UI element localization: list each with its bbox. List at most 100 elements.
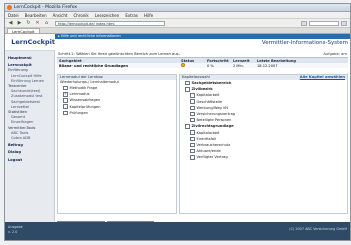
mode-option-label: Kapitelprüfungen <box>69 104 101 109</box>
checkbox[interactable] <box>63 104 68 109</box>
menu-hilfe[interactable]: Hilfe <box>144 13 153 18</box>
menu-extras[interactable]: Extras <box>125 13 138 18</box>
step-text: Schritt 2: Wählen Sie Ihren gewünschten … <box>58 52 180 56</box>
go-icon[interactable] <box>301 20 307 26</box>
select-all-link[interactable]: Alle Kapitel anwählen <box>300 75 345 80</box>
chapter-option-label: Verbraucherschutz <box>196 142 231 147</box>
cell-letzte-bearbeitung: 18.12.2007 <box>257 63 278 68</box>
checkbox[interactable] <box>185 124 190 129</box>
system-title: Vermittler-Informations-System <box>261 40 348 46</box>
checkbox[interactable] <box>63 85 68 91</box>
chapter-option-label: Zivilbezirk <box>191 87 213 92</box>
sidebar-item[interactable]: Dialog <box>8 150 51 155</box>
selection-columns: Lernmodul der Lernbox Wiederholungs-/ Le… <box>57 74 348 214</box>
col-lernzeit: Lernzeit <box>233 58 250 63</box>
checkbox[interactable] <box>190 117 195 123</box>
chapter-list: Sachgebietsbereich Zivilbezirk Kapitalarbe… <box>180 80 347 160</box>
breadcrumb[interactable]: ▸ Hilfe und rechtliche Informationen <box>58 34 121 39</box>
chapter-option-label: Werbung/Weg VN <box>196 105 228 110</box>
cell-status <box>181 63 207 68</box>
checkbox[interactable] <box>185 87 190 92</box>
mode-option-label: Lernmodus <box>69 92 90 97</box>
col-fortschritt: Fortschritt <box>207 58 229 63</box>
sidebar-item[interactable]: Hauptmenü <box>8 56 51 61</box>
page-header: LernCockpit ▸ Hilfe und rechtliche Infor… <box>5 34 350 51</box>
menu-ansicht[interactable]: Ansicht <box>53 13 68 18</box>
chapter-option-label: Aktuare/ende <box>196 149 221 154</box>
step-right-text: Aufgabe: am <box>323 52 347 56</box>
checkbox[interactable] <box>190 105 195 111</box>
nav-bar: ◀ ▶ ↻ ✕ ⌂ http://lerncockpit.de/ index.h… <box>5 19 350 28</box>
home-icon[interactable]: ⌂ <box>43 20 50 26</box>
checkbox[interactable] <box>190 99 195 104</box>
checkbox[interactable] <box>63 92 68 97</box>
cell-lernzeit: 2 Min. <box>233 63 244 68</box>
checkbox[interactable] <box>190 93 195 98</box>
url-input[interactable]: http://lerncockpit.de/ index.html <box>55 20 165 26</box>
footer-left: Ausgabe v. 2.0 <box>8 225 23 234</box>
subject-table: Sachgebiet Status Fortschritt Lernzeit L… <box>57 57 348 68</box>
chapter-option-label: Geschäftsteile <box>196 99 223 104</box>
checkbox[interactable] <box>63 98 68 103</box>
checkbox[interactable] <box>190 155 195 160</box>
chapter-option[interactable]: Verfügter Vertrag <box>180 154 347 160</box>
checkbox[interactable] <box>185 80 190 86</box>
chapter-option-label: Kapitalarbeit <box>196 130 220 135</box>
chapter-panel: Kapitelauswahl Alle Kapitel anwählen Sac… <box>179 74 348 214</box>
chapter-option-label: Zivilrechtsgrundlage <box>191 124 234 129</box>
browser-window: LernCockpit - Mozilla Firefox Datei Bear… <box>4 3 351 241</box>
checkbox[interactable] <box>190 142 195 148</box>
col-sachgebiet: Sachgebiet <box>59 58 82 63</box>
menu-chronik[interactable]: Chronik <box>73 13 88 18</box>
mode-panel: Lernmodul der Lernbox Wiederholungs-/ Le… <box>57 74 177 214</box>
reload-icon[interactable]: ↻ <box>25 20 32 26</box>
footer: Ausgabe v. 2.0 (C) 2007 ABC Versicherung… <box>5 222 350 240</box>
title-bar: LernCockpit - Mozilla Firefox <box>5 4 350 12</box>
mode-option[interactable]: Prüfungen <box>58 110 176 116</box>
col-status: Status <box>181 58 195 63</box>
menu-bearbeiten[interactable]: Bearbeiten <box>25 13 47 18</box>
sidebar-item[interactable]: Cobra ADB <box>8 136 51 141</box>
cell-sachgebiet: Bilanz- und rechtliche Grundlagen <box>59 63 129 68</box>
main-panel: Schritt 2: Wählen Sie Ihren gewünschten … <box>55 51 350 240</box>
cell-fortschritt: 0 % <box>207 63 214 68</box>
stop-icon[interactable]: ✕ <box>34 20 41 26</box>
header-bar: ▸ Hilfe und rechtliche Informationen Ver… <box>55 34 350 51</box>
mode-list: Methodik FrageLernmodusWissensabfragenKa… <box>58 85 176 116</box>
page-content: LernCockpit ▸ Hilfe und rechtliche Infor… <box>5 34 350 240</box>
back-icon[interactable]: ◀ <box>7 20 14 26</box>
logo-text: LernCockpit <box>11 38 55 46</box>
chapter-option-label: Eintrittsfall <box>196 136 217 141</box>
menu-datei[interactable]: Datei <box>8 13 19 18</box>
search-icon[interactable] <box>341 20 347 26</box>
search-input[interactable] <box>309 20 339 26</box>
forward-icon[interactable]: ▶ <box>16 20 23 26</box>
checkbox[interactable] <box>190 130 195 135</box>
mode-option-label: Prüfungen <box>69 110 88 115</box>
table-row[interactable]: Bilanz- und rechtliche Grundlagen 0 % 2 … <box>57 63 348 68</box>
sidebar-item[interactable]: Beitrag <box>8 143 51 148</box>
mode-option-label: Wissensabfragen <box>69 98 101 103</box>
checkbox[interactable] <box>63 110 68 116</box>
menu-lesezeichen[interactable]: Lesezeichen <box>95 13 120 18</box>
footer-copyright: (C) 2007 ABC Versicherung GmbH <box>289 227 347 231</box>
mode-option-label: Methodik Frage <box>69 86 98 91</box>
checkbox[interactable] <box>190 136 195 142</box>
chapter-option-label: Kapitalarbeit <box>196 93 220 98</box>
chapter-option-label: Versicherungsvertrag <box>196 112 236 117</box>
menu-bar: Datei Bearbeiten Ansicht Chronik Lesezei… <box>5 12 350 19</box>
chapter-option-label: Sachgebietsbereich <box>191 81 232 86</box>
sidebar-item[interactable]: Logout <box>8 158 51 163</box>
chapter-option-label: Beteiligte Personen <box>196 118 232 123</box>
chapter-option-label: Verfügter Vertrag <box>196 155 228 160</box>
status-dot-icon <box>181 63 185 67</box>
window-title: LernCockpit - Mozilla Firefox <box>14 5 77 10</box>
logo[interactable]: LernCockpit <box>5 34 55 51</box>
col-letzte-bearbeitung: Letzte Bearbeitung <box>257 58 296 63</box>
firefox-icon <box>7 5 12 10</box>
chapter-panel-title: Kapitelauswahl <box>182 75 210 79</box>
checkbox[interactable] <box>190 148 195 154</box>
tab-lerncockpit[interactable]: LernCockpit <box>7 28 40 34</box>
checkbox[interactable] <box>190 111 195 117</box>
sidebar: Hauptmenü Lerncockpit Einführung LernCockpi… <box>5 51 55 240</box>
